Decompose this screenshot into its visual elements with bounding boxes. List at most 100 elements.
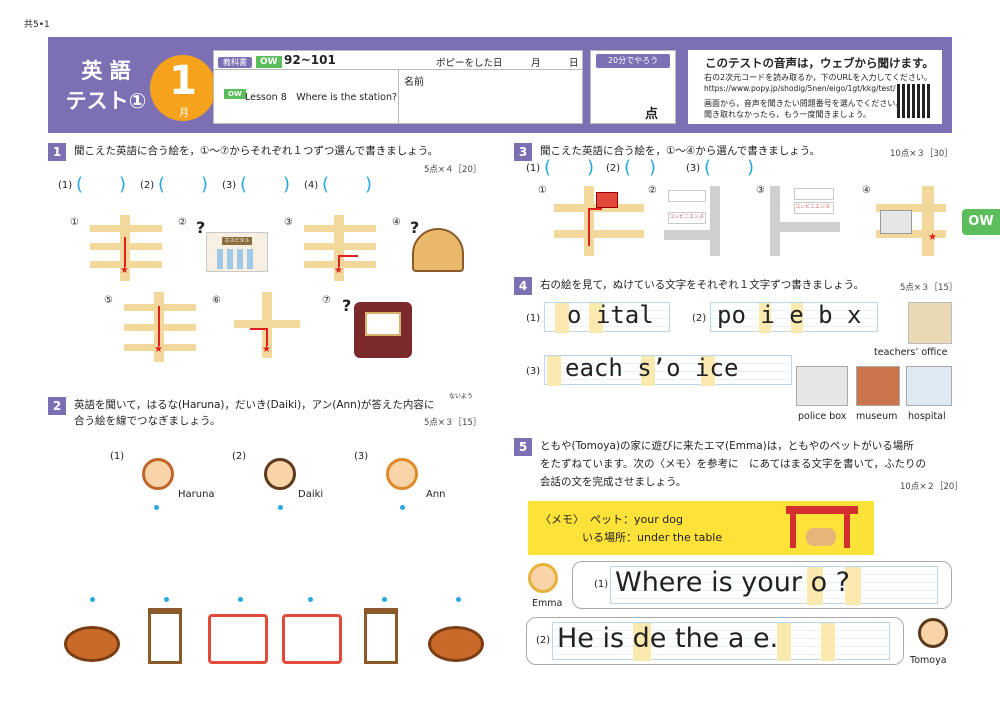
q3-label-1: ① xyxy=(538,185,547,196)
chair-icon xyxy=(148,608,182,664)
page-code: 共5•1 xyxy=(24,20,50,30)
q3-label-3: ③ xyxy=(756,185,765,196)
connect-dot[interactable] xyxy=(90,597,95,602)
qr-code-icon[interactable] xyxy=(897,84,931,118)
q1-label-4: ④ xyxy=(392,217,401,228)
q4-instruction: 右の絵を見て，ぬけている文字をそれぞれ１文字ずつ書きましょう。 xyxy=(540,279,865,291)
q4-item-3-num: (3) xyxy=(526,366,541,377)
textbook-tag: 教科書 xyxy=(218,55,252,68)
q1-answer-1-label: (1) xyxy=(58,180,73,191)
hospital-icon xyxy=(906,366,952,406)
q5-points: 10点×２［20］ xyxy=(900,482,963,492)
q2-person-3-name: Ann xyxy=(426,489,446,500)
audio-line2: 画面から，音声を聞きたい問題番号を選んでください。 xyxy=(704,99,904,108)
caption-police-box: police box xyxy=(798,411,847,422)
q1-map-3: ★ xyxy=(304,215,376,281)
dog-house-icon xyxy=(282,614,342,664)
q1-label-3: ③ xyxy=(284,217,293,228)
q2-person-1-name: Haruna xyxy=(178,489,215,500)
q1-answer-4-field[interactable]: ( ) xyxy=(322,176,372,194)
q4-item-1-field[interactable]: o ital xyxy=(544,301,670,333)
q3-label-2: ② xyxy=(648,185,657,196)
girl-face-icon xyxy=(142,458,174,490)
q2-person-2-name: Daiki xyxy=(298,489,324,500)
emma-name: Emma xyxy=(532,598,563,609)
q4-item-3-field[interactable]: each s’o ice xyxy=(544,354,792,386)
chair-icon xyxy=(364,608,398,664)
stage-icon xyxy=(354,302,412,358)
q1-number: 1 xyxy=(48,143,66,161)
question-mark-icon: ? xyxy=(342,296,352,315)
month-label: 月 xyxy=(179,108,189,119)
connect-dot[interactable] xyxy=(456,597,461,602)
q1-answer-2-field[interactable]: ( ) xyxy=(158,176,208,194)
boy-face-icon xyxy=(264,458,296,490)
q4-number: 4 xyxy=(514,277,532,295)
q5-instruction-2: をたずねています。次の〈メモ〉を参考に にあてはまる文字を書いて，ふたりの xyxy=(540,458,926,470)
q2-instruction-2: 合う絵を線でつなぎましょう。 xyxy=(74,415,221,427)
theater-icon xyxy=(412,228,464,272)
caption-museum: museum xyxy=(856,411,898,422)
q1-instruction: 聞こえた英語に合う絵を，①～⑦からそれぞれ１つずつ選んで書きましょう。 xyxy=(74,145,439,157)
q1-label-5: ⑤ xyxy=(104,295,113,306)
audio-url[interactable]: https://www.popy.jp/shodig/5nen/eigo/1gt… xyxy=(704,84,896,93)
q2-person-3-num: (3) xyxy=(354,451,369,462)
q3-map-3: コンビニエンス xyxy=(770,186,850,256)
q4-item-2-field[interactable]: po i e b x xyxy=(710,301,878,333)
connect-dot[interactable] xyxy=(308,597,313,602)
q5-s2-field[interactable]: He is de the a e. xyxy=(552,622,890,661)
date-field[interactable]: ポピーをした日 月 日 xyxy=(436,55,579,69)
q3-points: 10点×３［30］ xyxy=(890,149,953,159)
q1-answer-4-label: (4) xyxy=(304,180,319,191)
museum-icon xyxy=(856,366,900,406)
tomoya-name: Tomoya xyxy=(910,655,947,666)
test-title: 英 語 テスト① xyxy=(58,44,154,128)
caption-teachers-office: teachers’ office xyxy=(874,347,948,358)
connect-dot[interactable] xyxy=(278,505,283,510)
q1-points: 5点×４［20］ xyxy=(424,165,482,175)
audio-title: このテストの音声は，ウェブから聞けます。 xyxy=(705,56,934,70)
q1-answer-2-label: (2) xyxy=(140,180,155,191)
q1-answer-3-label: (3) xyxy=(222,180,237,191)
connect-dot[interactable] xyxy=(400,505,405,510)
q1-answer-3-field[interactable]: ( ) xyxy=(240,176,290,194)
q3-map-4: ★ xyxy=(876,186,946,256)
q1-answer-1-field[interactable]: ( ) xyxy=(76,176,126,194)
audio-line1: 右の2次元コードを読み取るか，下のURLを入力してください。 xyxy=(704,73,932,82)
q3-answer-3-label: (3) xyxy=(686,163,701,174)
q2-ruby: ないよう xyxy=(449,393,473,400)
name-field[interactable]: 名前 xyxy=(404,73,424,88)
q5-s1-num: (1) xyxy=(594,579,609,590)
q3-map-1 xyxy=(554,186,644,256)
q5-number: 5 xyxy=(514,438,532,456)
q3-label-4: ④ xyxy=(862,185,871,196)
q4-item-2-num: (2) xyxy=(692,313,707,324)
q3-answer-2-field[interactable]: ( ) xyxy=(624,159,656,177)
q2-person-1-num: (1) xyxy=(110,451,125,462)
q3-number: 3 xyxy=(514,143,532,161)
connect-dot[interactable] xyxy=(238,597,243,602)
girl-face-icon xyxy=(386,458,418,490)
q4-points: 5点×３［15］ xyxy=(900,283,958,293)
q1-map-5: ★ xyxy=(124,292,196,362)
teachers-office-icon xyxy=(908,302,952,344)
connect-dot[interactable] xyxy=(164,597,169,602)
q2-instruction-1: 英語を聞いて，はるな(Haruna)，だいき(Daiki)，アン(Ann)が答え… xyxy=(74,399,435,411)
title-line1: 英 語 xyxy=(81,59,131,83)
info-divider-v xyxy=(398,69,399,123)
q1-label-1: ① xyxy=(70,217,79,228)
q5-s1-field[interactable]: Where is your o ? xyxy=(610,566,938,605)
connect-dot[interactable] xyxy=(382,597,387,602)
hospital-icon: ホスピタル xyxy=(206,232,268,272)
page-range: 92~101 xyxy=(284,53,336,67)
police-box-icon xyxy=(796,366,848,406)
dog-house-icon xyxy=(208,614,268,664)
memo-pet: ペット：your dog xyxy=(590,513,683,526)
score-label: 点 xyxy=(645,107,659,122)
ow-side-tab: OW xyxy=(962,209,1000,235)
q3-answer-3-field[interactable]: ( ) xyxy=(704,159,754,177)
q1-label-2: ② xyxy=(178,217,187,228)
lesson-title: Lesson 8 Where is the station? xyxy=(245,92,398,103)
q3-answer-1-field[interactable]: ( ) xyxy=(544,159,594,177)
connect-dot[interactable] xyxy=(154,505,159,510)
